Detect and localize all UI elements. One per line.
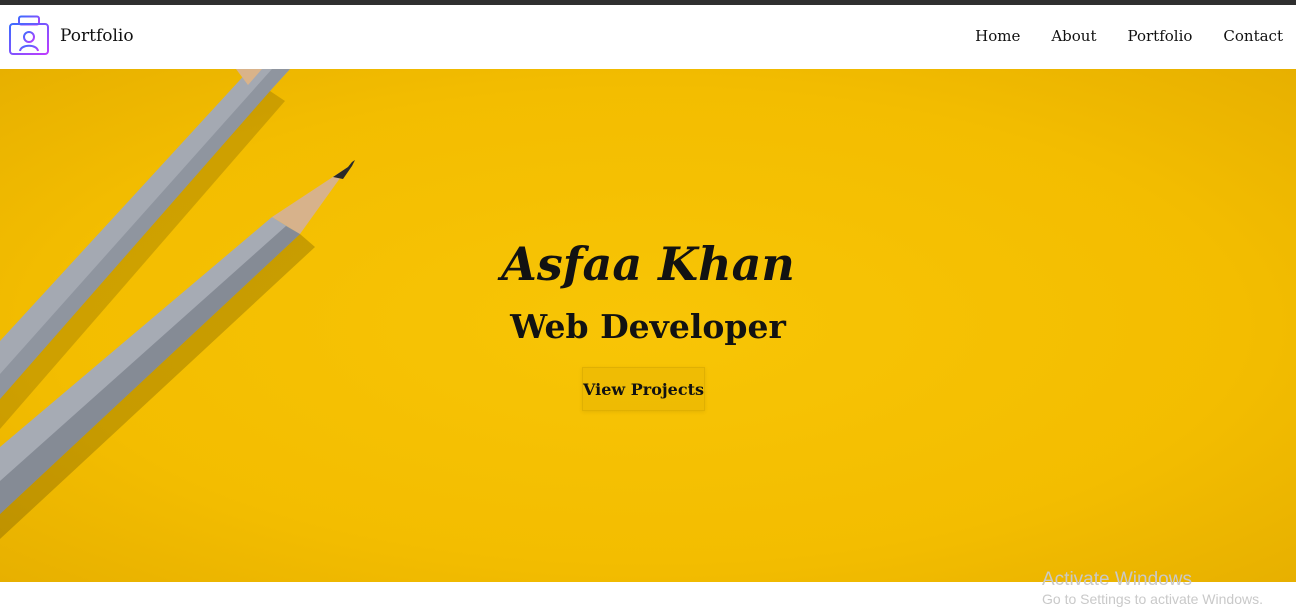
activate-windows-watermark: Activate Windows Go to Settings to activ… xyxy=(1042,569,1263,609)
main-nav: Home About Portfolio Contact xyxy=(944,27,1283,45)
brand[interactable]: Portfolio xyxy=(8,15,134,57)
watermark-title: Activate Windows xyxy=(1042,569,1192,590)
nav-link-home[interactable]: Home xyxy=(975,27,1020,45)
hero-name: Asfaa Khan xyxy=(501,237,795,291)
watermark-subtitle: Go to Settings to activate Windows. xyxy=(1042,591,1263,607)
hero-content: Asfaa Khan Web Developer View Projects xyxy=(0,69,1296,582)
portfolio-briefcase-icon xyxy=(9,15,49,55)
nav-link-about[interactable]: About xyxy=(1051,27,1096,45)
hero-role: Web Developer xyxy=(510,307,786,346)
hero-section: Asfaa Khan Web Developer View Projects xyxy=(0,69,1296,582)
navbar: Portfolio Home About Portfolio Contact xyxy=(0,5,1296,69)
nav-link-portfolio[interactable]: Portfolio xyxy=(1128,27,1193,45)
view-projects-button[interactable]: View Projects xyxy=(582,367,705,411)
brand-name: Portfolio xyxy=(60,26,134,46)
nav-link-contact[interactable]: Contact xyxy=(1223,27,1283,45)
